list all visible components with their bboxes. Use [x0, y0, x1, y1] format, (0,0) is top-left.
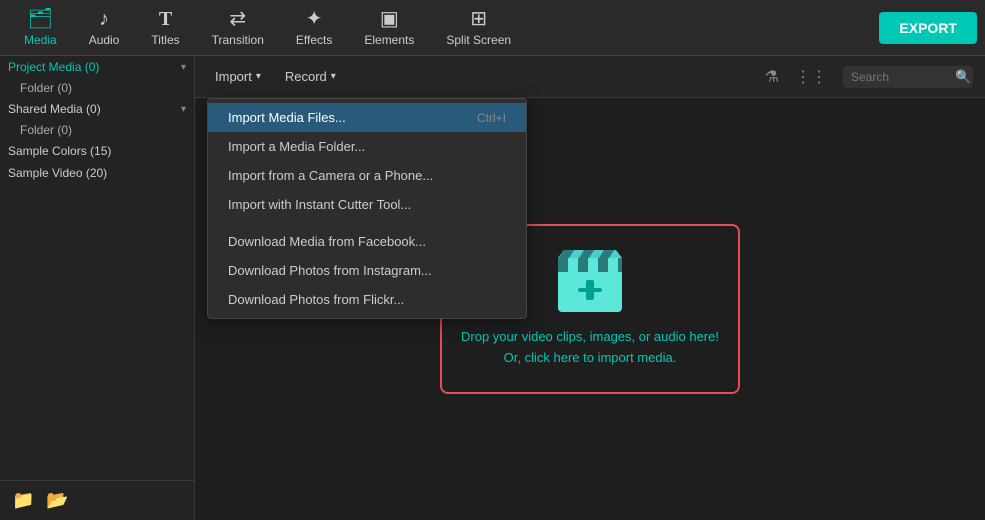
- toolbar-effects[interactable]: ✦ Effects: [280, 5, 348, 51]
- chevron-down-icon: ▾: [181, 62, 186, 73]
- search-icon: 🔍: [955, 69, 971, 85]
- chevron-right-icon: ▾: [181, 104, 186, 115]
- new-folder-icon[interactable]: 📁: [12, 490, 34, 511]
- sidebar-item-folder-0[interactable]: Folder (0): [0, 78, 194, 98]
- menu-item-download-flickr[interactable]: Download Photos from Flickr...: [208, 285, 526, 314]
- search-input[interactable]: [851, 70, 951, 84]
- media-icon: 🗂: [28, 9, 53, 29]
- toolbar-titles[interactable]: T Titles: [135, 5, 195, 51]
- import-chevron-icon: ▾: [256, 71, 261, 82]
- toolbar: 🗂 Media ♪ Audio T Titles ⇄ Transition ✦ …: [0, 0, 985, 56]
- menu-item-download-facebook[interactable]: Download Media from Facebook...: [208, 227, 526, 256]
- search-box: 🔍: [843, 66, 973, 88]
- menu-item-download-instagram[interactable]: Download Photos from Instagram...: [208, 256, 526, 285]
- sidebar-item-sample-video[interactable]: Sample Video (20): [0, 162, 194, 184]
- menu-separator: [208, 219, 526, 227]
- record-chevron-icon: ▾: [331, 71, 336, 82]
- grid-icon[interactable]: ⋮⋮: [795, 67, 827, 87]
- record-button[interactable]: Record ▾: [277, 65, 344, 88]
- split-screen-icon: ⊞: [470, 9, 487, 29]
- sidebar-item-shared-media[interactable]: Shared Media (0) ▾: [0, 98, 194, 120]
- effects-icon: ✦: [306, 9, 323, 29]
- sidebar-item-project-media[interactable]: Project Media (0) ▾: [0, 56, 194, 78]
- elements-icon: ▣: [380, 9, 399, 29]
- titles-icon: T: [159, 9, 172, 29]
- menu-item-import-files[interactable]: Import Media Files... Ctrl+I: [208, 103, 526, 132]
- folder-icon[interactable]: 📂: [46, 490, 68, 511]
- content-area: Import ▾ Record ▾ ⚗ ⋮⋮ 🔍 Import Media Fi…: [195, 56, 985, 520]
- import-bar: Import ▾ Record ▾ ⚗ ⋮⋮ 🔍: [195, 56, 985, 98]
- toolbar-audio[interactable]: ♪ Audio: [73, 5, 136, 51]
- toolbar-elements[interactable]: ▣ Elements: [348, 5, 430, 51]
- export-button[interactable]: EXPORT: [879, 12, 977, 44]
- transition-icon: ⇄: [229, 9, 246, 29]
- filter-icon[interactable]: ⚗: [765, 67, 779, 87]
- clapperboard-icon: [554, 250, 626, 315]
- main-layout: Project Media (0) ▾ Folder (0) Shared Me…: [0, 56, 985, 520]
- sidebar-item-folder-1[interactable]: Folder (0): [0, 120, 194, 140]
- sidebar-item-sample-colors[interactable]: Sample Colors (15): [0, 140, 194, 162]
- audio-icon: ♪: [99, 9, 109, 29]
- menu-item-import-folder[interactable]: Import a Media Folder...: [208, 132, 526, 161]
- sidebar-footer: 📁 📂: [0, 480, 194, 520]
- toolbar-media[interactable]: 🗂 Media: [8, 5, 73, 51]
- sidebar-content: Project Media (0) ▾ Folder (0) Shared Me…: [0, 56, 194, 480]
- toolbar-transition[interactable]: ⇄ Transition: [196, 5, 280, 51]
- drop-zone-text: Drop your video clips, images, or audio …: [461, 327, 719, 369]
- sidebar: Project Media (0) ▾ Folder (0) Shared Me…: [0, 56, 195, 520]
- import-button[interactable]: Import ▾: [207, 65, 269, 88]
- toolbar-split-screen[interactable]: ⊞ Split Screen: [430, 5, 527, 51]
- import-dropdown-menu: Import Media Files... Ctrl+I Import a Me…: [207, 98, 527, 319]
- menu-item-import-instant-cutter[interactable]: Import with Instant Cutter Tool...: [208, 190, 526, 219]
- menu-item-import-camera[interactable]: Import from a Camera or a Phone...: [208, 161, 526, 190]
